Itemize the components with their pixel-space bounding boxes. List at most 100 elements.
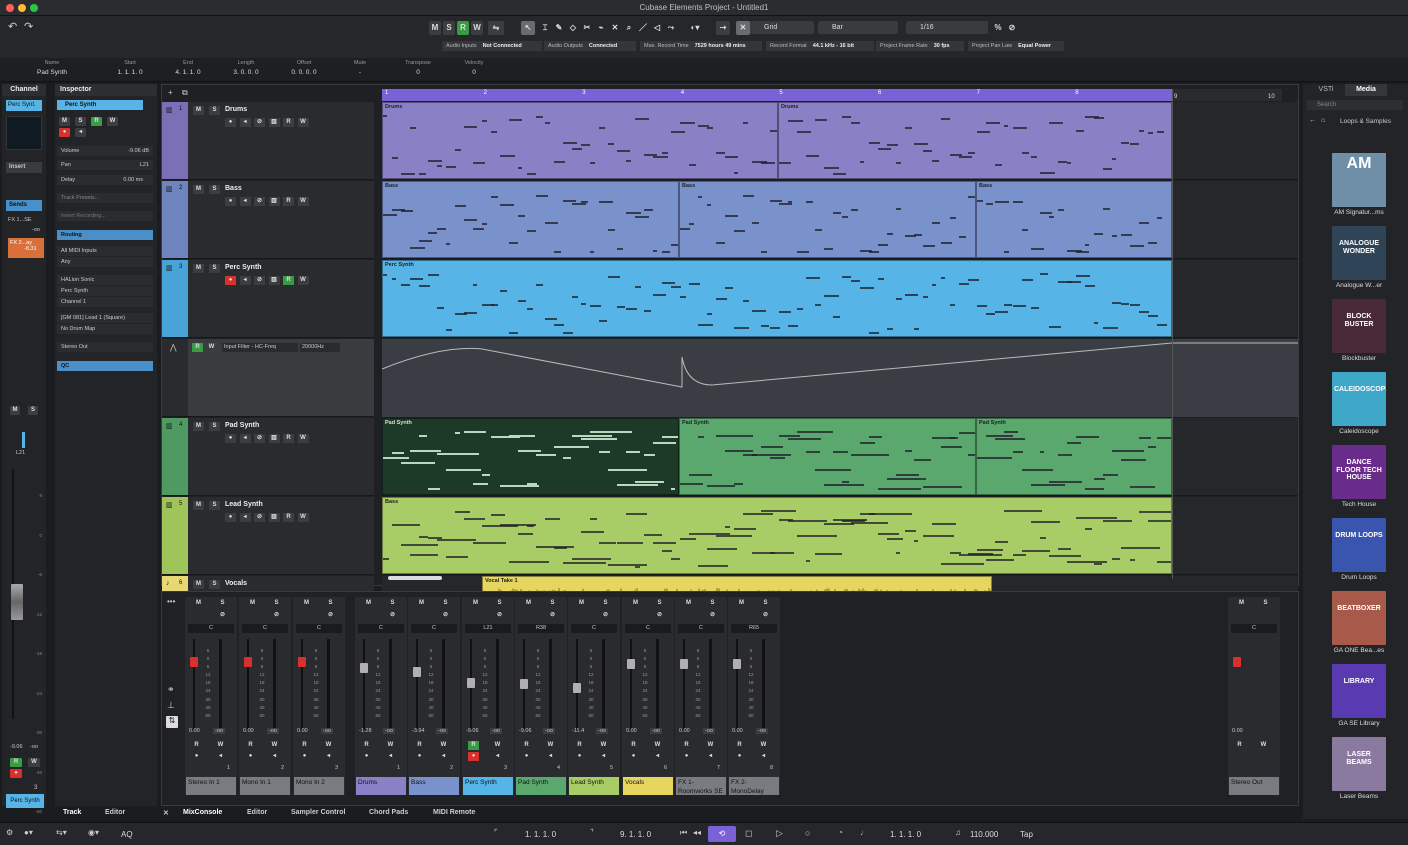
midi-part[interactable]: Pad Synth	[976, 418, 1172, 495]
mixer-read-button[interactable]: R	[681, 741, 692, 750]
midi-channel-in-select[interactable]: Any	[57, 257, 153, 267]
tempo-icon[interactable]: ♫	[955, 828, 961, 837]
quantize-select[interactable]: 1/16	[906, 21, 988, 34]
mixer-solo-button[interactable]: S	[217, 599, 228, 608]
mixer-monitor-icon[interactable]: ◂	[652, 752, 663, 761]
mixer-pan[interactable]: C	[625, 624, 671, 633]
tab-track[interactable]: Track	[63, 809, 81, 816]
track-name[interactable]: Bass	[225, 185, 242, 192]
media-tile-7[interactable]: LIBRARY	[1332, 664, 1386, 718]
inspector-solo-button[interactable]: S	[75, 117, 86, 126]
mixer-write-button[interactable]: W	[545, 741, 556, 750]
mixer-channel-9[interactable]: M S ⊘ C 6 0 6 12 18 24 30 40 50 0.00 -oo R W ● ◂ 7 FX 1-Room…	[675, 597, 727, 795]
mixer-record-button[interactable]: ●	[191, 752, 202, 761]
infoline-field[interactable]: Transpose 0	[396, 60, 440, 76]
mixer-pan[interactable]: C	[188, 624, 234, 633]
instrument-icon[interactable]: ▥	[268, 276, 280, 285]
link-icon[interactable]: ⚭	[167, 684, 175, 695]
mixer-write-button[interactable]: W	[385, 741, 396, 750]
mixer-monitor-icon[interactable]: ◂	[215, 752, 226, 761]
channel-record-button[interactable]: ●	[10, 769, 22, 778]
mixer-fader[interactable]	[190, 657, 198, 667]
edit-icon[interactable]: ⊘	[254, 118, 265, 127]
mixer-monitor-icon[interactable]: ◂	[705, 752, 716, 761]
mixer-read-button[interactable]: R	[521, 741, 532, 750]
left-locator-icon[interactable]: ⌜	[494, 828, 498, 837]
audio-output-select[interactable]: Stereo Out	[57, 342, 153, 352]
tab-editor-left[interactable]: Editor	[105, 809, 125, 816]
mixer-write-button[interactable]: W	[705, 741, 716, 750]
instrument-icon[interactable]: ▥	[268, 118, 280, 127]
automation-curve[interactable]	[381, 339, 1298, 417]
mixer-record-button[interactable]: ●	[681, 752, 692, 761]
track-mute-button[interactable]: M	[193, 580, 204, 589]
left-locator[interactable]: 1. 1. 1. 0	[525, 828, 556, 841]
instrument-icon[interactable]: ▥	[268, 197, 280, 206]
mixer-monitor-icon[interactable]: ◂	[438, 752, 449, 761]
mixer-fader[interactable]	[467, 678, 475, 688]
track-solo-button[interactable]: S	[209, 501, 220, 510]
inserts-section[interactable]: Insert	[6, 162, 42, 173]
undo-icon[interactable]: ↶	[8, 20, 17, 33]
edit-icon[interactable]: ⊘	[254, 197, 265, 206]
mixer-write-button[interactable]: W	[323, 741, 334, 750]
read-automation-button[interactable]: R	[283, 118, 294, 127]
close-lower-zone-icon[interactable]: ✕	[163, 809, 169, 817]
mixer-edit-icon[interactable]: ⊘	[600, 611, 611, 620]
tab-editor[interactable]: Editor	[247, 809, 267, 816]
mixer-monitor-icon[interactable]: ◂	[323, 752, 334, 761]
track-perc-synth[interactable]: ▥ 3 Perc Synth M S ● ◂ ⊘ ▥ R W	[162, 260, 374, 338]
channel-write-button[interactable]: W	[28, 758, 40, 767]
inspector-record-button[interactable]: ●	[59, 128, 70, 137]
infoline-field[interactable]: Name Pad Synth	[30, 60, 74, 76]
mixer-read-button[interactable]: R	[245, 741, 256, 750]
mixer-monitor-icon[interactable]: ◂	[492, 752, 503, 761]
media-tile-3[interactable]: CALEIDOSCOPE	[1332, 372, 1386, 426]
media-tile-5[interactable]: DRUM LOOPS	[1332, 518, 1386, 572]
mixer-monitor-icon[interactable]: ◂	[269, 752, 280, 761]
mixer-write-button[interactable]: W	[269, 741, 280, 750]
instrument-icon[interactable]: ▥	[268, 513, 280, 522]
track-mute-button[interactable]: M	[193, 422, 204, 431]
play-button[interactable]: ▷	[776, 828, 783, 839]
mixer-edit-icon[interactable]: ⊘	[654, 611, 665, 620]
pan-row[interactable]: Pan L21	[57, 160, 153, 170]
mixer-solo-button[interactable]: S	[654, 599, 665, 608]
tap-tempo-button[interactable]: Tap	[1020, 828, 1033, 841]
mixer-solo-button[interactable]: S	[271, 599, 282, 608]
instrument-icon[interactable]: ▥	[268, 434, 280, 443]
monitor-icon[interactable]: ◂	[239, 197, 251, 206]
mixer-record-button[interactable]: ●	[361, 752, 372, 761]
mixer-mute-button[interactable]: M	[523, 599, 534, 608]
edit-icon[interactable]: ⊘	[254, 276, 265, 285]
track-name[interactable]: Drums	[225, 106, 247, 113]
mixer-read-button[interactable]: R	[414, 741, 425, 750]
cycle-button[interactable]: ⟲	[708, 826, 736, 842]
mixer-monitor-icon[interactable]: ◂	[545, 752, 556, 761]
more-icon[interactable]: •••	[167, 597, 175, 606]
mixer-edit-icon[interactable]: ⊘	[707, 611, 718, 620]
track-drums[interactable]: ▥ 1 Drums M S ● ◂ ⊘ ▥ R W	[162, 102, 374, 180]
midi-part[interactable]: Bass	[382, 181, 679, 258]
mixer-read-button[interactable]: R	[191, 741, 202, 750]
mixer-pan[interactable]: C	[242, 624, 288, 633]
write-automation-button[interactable]: W	[297, 118, 309, 127]
channel-read-button[interactable]: R	[10, 758, 22, 767]
mixer-read-button[interactable]: R	[1234, 741, 1245, 750]
auto-scroll-icon[interactable]: ⇢	[716, 21, 730, 35]
inspector-read-button[interactable]: R	[91, 117, 102, 126]
tab-sampler-control[interactable]: Sampler Control	[291, 809, 345, 816]
mixer-solo-button[interactable]: S	[600, 599, 611, 608]
channel-name[interactable]: Perc Synt.	[6, 100, 42, 111]
mixer-fader[interactable]	[298, 657, 306, 667]
zoom-tool-icon[interactable]: ⌕	[623, 21, 635, 35]
automation-lane[interactable]	[381, 339, 1298, 417]
cycle-mode-icon[interactable]: ⇆▾	[56, 828, 67, 837]
rewind-icon[interactable]: ◂◂	[693, 828, 701, 837]
media-tile-8[interactable]: LASER BEAMS	[1332, 737, 1386, 791]
track-name[interactable]: Pad Synth	[225, 422, 259, 429]
monitor-icon[interactable]: ◂	[239, 513, 251, 522]
media-tile-1[interactable]: ANALOGUE WONDER	[1332, 226, 1386, 280]
infoline-field[interactable]: Mute -	[338, 60, 382, 76]
mixer-channel-7[interactable]: M S ⊘ C 6 0 6 12 18 24 30 40 50 -11.4 -oo R W ● ◂ 5 Lead Syn…	[568, 597, 620, 795]
